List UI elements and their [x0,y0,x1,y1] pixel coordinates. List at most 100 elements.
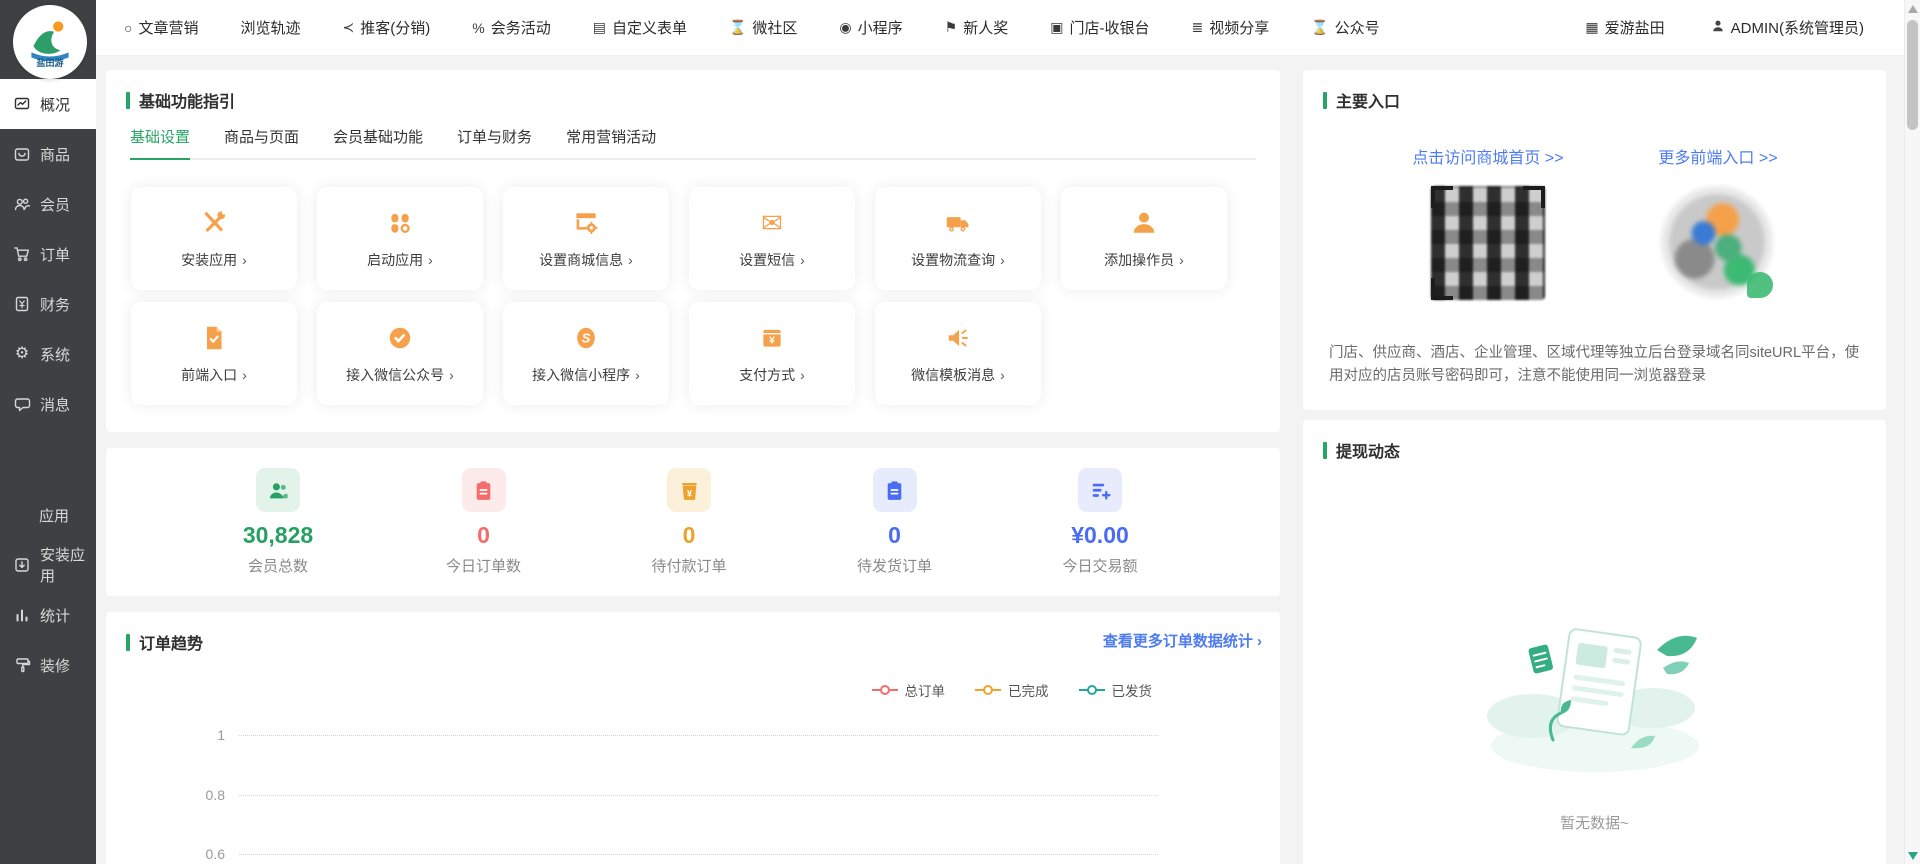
more-frontend-entries-link[interactable]: 更多前端入口 >> [1658,144,1777,168]
topnav-newcomer-award[interactable]: ⚑新人奖 [945,17,1009,38]
chart-gridline: 0.6 [239,854,1158,855]
sidebar-label: 统计 [40,605,70,626]
page-scrollbar[interactable] [1904,0,1920,864]
topnav-distribution[interactable]: ≺推客(分销) [343,17,431,38]
sidebar-label: 应用 [39,505,69,526]
stat-value: 0 [683,522,696,549]
admin-menu-button[interactable]: ADMIN(系统管理员) [1711,17,1864,38]
user-icon [1711,19,1725,36]
guide-card-frontend-entry[interactable]: 前端入口› [131,302,297,405]
stat-value: 30,828 [243,522,313,549]
sidebar-item-orders[interactable]: 订单 [0,229,96,279]
stat-value: ¥0.00 [1071,522,1129,549]
chevron-right-icon: › [1179,252,1184,268]
guide-card-template-message[interactable]: 微信模板消息› [875,302,1041,405]
sidebar-item-overview[interactable]: 概况 [0,79,96,129]
guide-card-sms[interactable]: ✉ 设置短信› [689,187,855,290]
topnav-store-cashier[interactable]: ▣门店-收银台 [1050,17,1149,38]
chevron-right-icon: › [242,367,247,383]
topnav-miniprogram[interactable]: ◉小程序 [839,17,902,38]
y-axis-tick: 0.6 [175,846,225,862]
sidebar-spacer [0,429,96,490]
sidebar-label: 装修 [40,655,70,676]
guide-card-miniprogram[interactable]: S 接入微信小程序› [503,302,669,405]
scrollbar-thumb[interactable] [1907,20,1918,130]
sidebar-item-statistics[interactable]: 统计 [0,590,96,640]
guide-card-official-account[interactable]: 接入微信公众号› [317,302,483,405]
legend-shipped[interactable]: 已发货 [1079,680,1153,700]
chart-gridline: 0.8 [239,795,1158,796]
sidebar-item-message[interactable]: 消息 [0,379,96,429]
visit-mall-home-link[interactable]: 点击访问商城首页 >> [1412,144,1563,168]
guide-card-launch-app[interactable]: 启动应用› [317,187,483,290]
video-list-icon: ≣ [1191,19,1203,36]
guide-card-mall-info[interactable]: 设置商城信息› [503,187,669,290]
chevron-right-icon: › [449,367,454,383]
topnav-micro-community[interactable]: ⌛微社区 [729,17,797,38]
svg-text:¥: ¥ [769,335,775,346]
guide-card-install-app[interactable]: 安装应用› [131,187,297,290]
section-accent-bar [126,92,130,109]
qr-finder-marks [1431,186,1545,300]
tab-orders-finance[interactable]: 订单与财务 [457,126,532,160]
withdraw-title: 提现动态 [1336,438,1400,462]
topnav-official-account[interactable]: ⌛公众号 [1311,17,1379,38]
stat-pending-payment[interactable]: ¥ 0 待付款订单 [629,468,749,576]
tab-basic-settings[interactable]: 基础设置 [130,126,190,160]
view-more-orders-link[interactable]: 查看更多订单数据统计 › [1103,630,1262,651]
guide-card-payment[interactable]: ¥ 支付方式› [689,302,855,405]
stat-pending-delivery[interactable]: 0 待发货订单 [835,468,955,576]
stat-total-members[interactable]: 30,828 会员总数 [218,468,338,576]
stat-label: 会员总数 [248,555,308,576]
sidebar-item-decorate[interactable]: 装修 [0,640,96,690]
sidebar-item-system[interactable]: ⚙ 系统 [0,329,96,379]
topnav-video-share[interactable]: ≣视频分享 [1191,17,1269,38]
sidebar-item-apps[interactable]: 应用 [0,490,96,540]
topnav-conference[interactable]: %会务活动 [472,17,550,38]
stat-today-amount[interactable]: ¥0.00 今日交易额 [1040,468,1160,576]
scroll-up-arrow-icon[interactable] [1908,5,1918,13]
miniprogram-icon: ◉ [839,19,851,36]
stat-value: 0 [888,522,901,549]
sidebar-item-finance[interactable]: 财务 [0,279,96,329]
envelope-icon: ✉ [761,208,783,238]
svg-text:S: S [582,330,591,345]
tab-member-basics[interactable]: 会员基础功能 [333,126,423,160]
topnav-browse-track[interactable]: 浏览轨迹 [240,17,300,38]
section-accent-bar [1323,92,1327,109]
sidebar-item-install-apps[interactable]: 安装应用 [0,540,96,590]
topnav-custom-form[interactable]: ▤自定义表单 [593,17,687,38]
tab-goods-pages[interactable]: 商品与页面 [224,126,299,160]
chart-legend: 总订单 已完成 已发货 [872,680,1153,700]
sidebar-item-goods[interactable]: 商品 [0,129,96,179]
chevron-right-icon: › [1000,367,1005,383]
scroll-down-arrow-icon[interactable] [1908,852,1918,860]
members-icon [13,195,31,213]
topnav-article-marketing[interactable]: ○文章营销 [124,17,198,38]
sidebar-item-members[interactable]: 会员 [0,179,96,229]
link-icon: % [472,20,484,36]
sidebar-label: 概况 [40,94,70,115]
y-axis-tick: 1 [175,727,225,743]
sidebar-label: 会员 [40,194,70,215]
site-logo[interactable]: 盐田游 [13,5,87,79]
chevron-right-icon: › [242,252,247,268]
app-blocks-icon [386,208,414,238]
chevron-right-icon: › [800,252,805,268]
legend-completed[interactable]: 已完成 [975,680,1049,700]
store-switch-button[interactable]: ▦爱游盐田 [1585,17,1664,38]
tab-marketing[interactable]: 常用营销活动 [566,126,656,160]
truck-icon [944,208,972,238]
sidebar-label: 系统 [40,344,70,365]
stat-label: 待发货订单 [857,555,932,576]
guide-card-logistics[interactable]: 设置物流查询› [875,187,1041,290]
guide-card-add-operator[interactable]: 添加操作员› [1061,187,1227,290]
circle-s-icon: S [572,323,600,353]
guide-tabs: 基础设置 商品与页面 会员基础功能 订单与财务 常用营销活动 [130,126,1256,160]
legend-total-orders[interactable]: 总订单 [872,680,946,700]
megaphone-icon [944,323,972,353]
official-account-icon: ⌛ [1311,19,1328,36]
doc-check-icon [200,323,228,353]
shop-gear-icon [572,208,600,238]
stat-today-orders[interactable]: 0 今日订单数 [424,468,544,576]
